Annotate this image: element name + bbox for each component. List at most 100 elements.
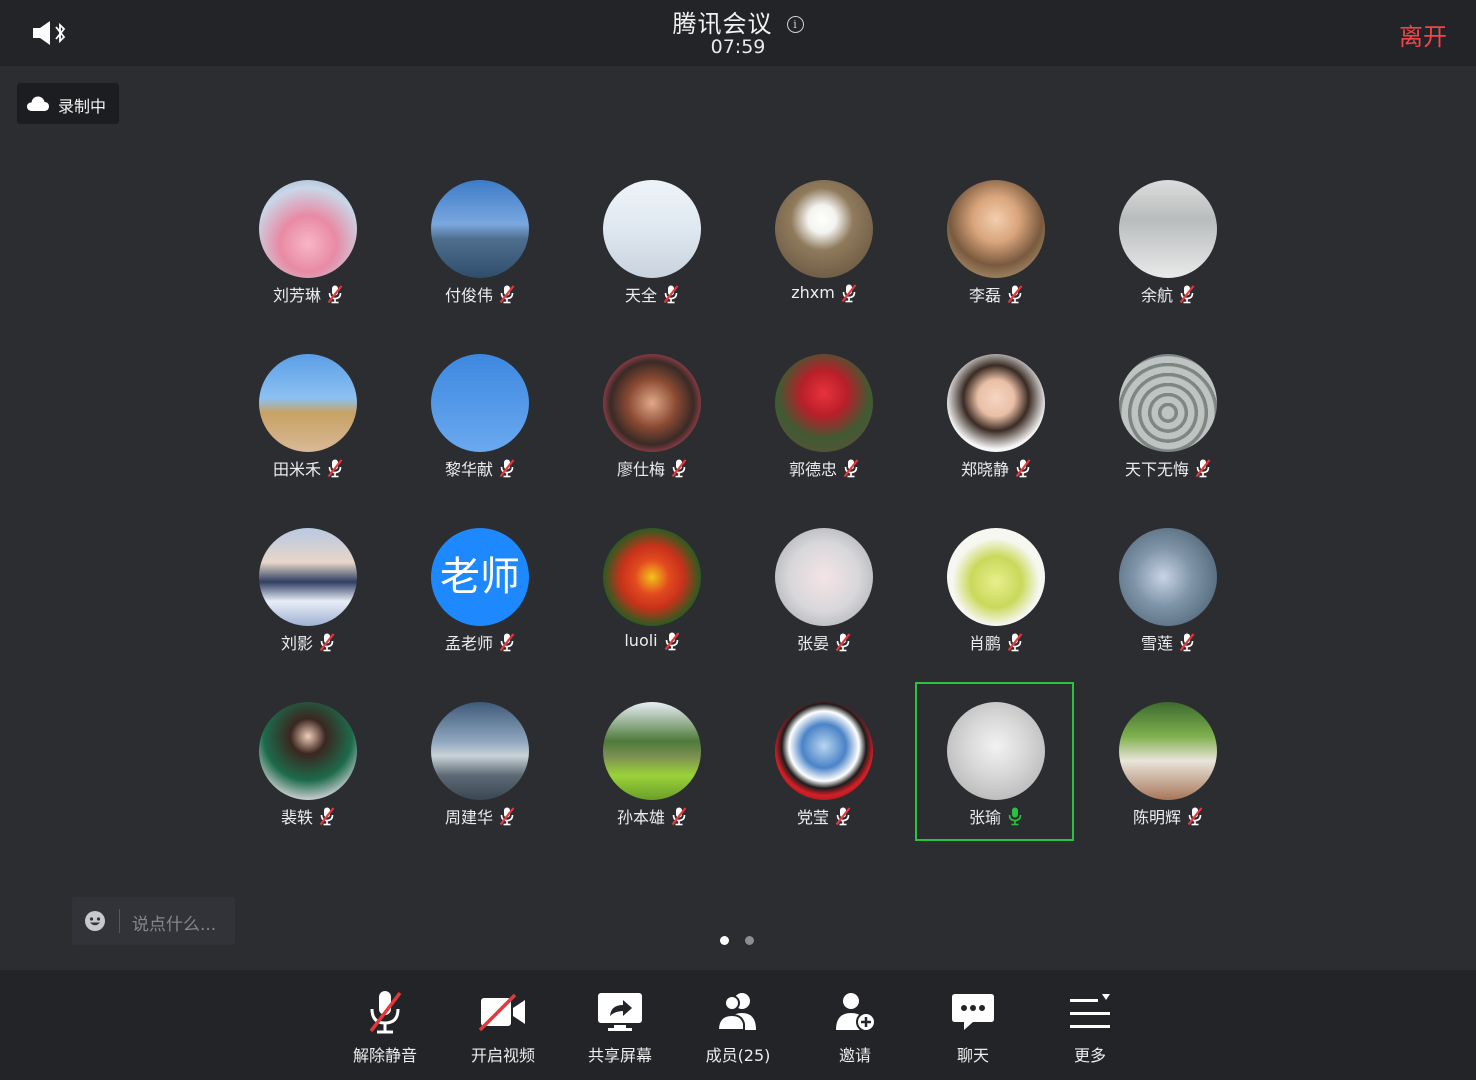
members-label: 成员(25)	[705, 1046, 771, 1065]
participant-label: 周建华	[394, 804, 566, 828]
avatar	[1119, 180, 1217, 278]
participant-tile[interactable]: luoli	[566, 528, 738, 702]
participant-tile[interactable]: 黎华献	[394, 354, 566, 528]
avatar	[947, 354, 1045, 452]
participant-name: 郭德忠	[788, 460, 837, 479]
avatar	[259, 702, 357, 800]
avatar	[775, 702, 873, 800]
participant-label: 刘芳琳	[222, 282, 394, 306]
avatar	[431, 702, 529, 800]
share-button[interactable]: 共享屏幕	[565, 988, 675, 1070]
participant-label: luoli	[566, 630, 738, 651]
share-label: 共享屏幕	[587, 1046, 652, 1065]
chat-label: 聊天	[956, 1046, 989, 1065]
leave-button[interactable]: 离开	[1399, 17, 1447, 52]
chat-input[interactable]: 说点什么...	[72, 897, 235, 945]
participant-tile[interactable]: 刘芳琳	[222, 180, 394, 354]
participant-tile[interactable]: 天下无悔	[1082, 354, 1254, 528]
active-speaker-frame	[915, 682, 1074, 841]
participant-label: 肖鹏	[910, 630, 1082, 654]
participant-name: 裴轶	[280, 808, 313, 827]
avatar	[259, 354, 357, 452]
mic-muted-icon	[499, 633, 515, 652]
participant-tile[interactable]: 张晏	[738, 528, 910, 702]
participant-tile[interactable]: 孙本雄	[566, 702, 738, 876]
chat-icon	[918, 988, 1028, 1036]
invite-button[interactable]: 邀请	[800, 988, 910, 1070]
chat-button[interactable]: 聊天	[918, 988, 1028, 1070]
participant-tile[interactable]: 老师孟老师	[394, 528, 566, 702]
avatar-text: 老师	[440, 554, 520, 600]
participant-tile[interactable]: 陈明辉	[1082, 702, 1254, 876]
participant-name: 刘影	[280, 634, 313, 653]
invite-icon	[800, 988, 910, 1036]
participant-label: 陈明辉	[1082, 804, 1254, 828]
top-bar: 腾讯会议 i 07:59 离开	[0, 0, 1476, 66]
emoji-icon[interactable]	[84, 910, 106, 932]
avatar	[603, 354, 701, 452]
mic-muted-icon	[1179, 285, 1195, 304]
info-icon[interactable]: i	[786, 16, 804, 33]
participant-tile[interactable]: 郭德忠	[738, 354, 910, 528]
participant-name: 孟老师	[444, 634, 493, 653]
participant-name: 廖仕梅	[616, 460, 665, 479]
participant-name: 田米禾	[272, 460, 321, 479]
share-screen-icon	[565, 988, 675, 1036]
participant-label: 天全	[566, 282, 738, 306]
more-button[interactable]: 更多	[1035, 988, 1145, 1070]
participant-tile[interactable]: 付俊伟	[394, 180, 566, 354]
participant-name: 郑晓静	[960, 460, 1009, 479]
participant-name: 周建华	[444, 808, 493, 827]
members-icon	[683, 988, 793, 1036]
participant-tile[interactable]: 党莹	[738, 702, 910, 876]
participant-tile[interactable]: 廖仕梅	[566, 354, 738, 528]
participant-label: 廖仕梅	[566, 456, 738, 480]
participant-name: 黎华献	[444, 460, 493, 479]
mic-muted-icon	[1179, 633, 1195, 652]
participant-name: 张晏	[796, 634, 829, 653]
mic-muted-icon	[843, 459, 859, 478]
unmute-label: 解除静音	[352, 1046, 417, 1065]
participant-tile[interactable]: 肖鹏	[910, 528, 1082, 702]
mic-muted-icon	[327, 285, 343, 304]
mic-muted-icon	[664, 631, 679, 650]
participant-tile[interactable]: 田米禾	[222, 354, 394, 528]
participant-tile[interactable]: 余航	[1082, 180, 1254, 354]
participant-tile[interactable]: 郑晓静	[910, 354, 1082, 528]
page-dot[interactable]	[745, 936, 754, 945]
avatar	[1119, 354, 1217, 452]
participant-label: 田米禾	[222, 456, 394, 480]
avatar	[1119, 702, 1217, 800]
participant-tile[interactable]: 刘影	[222, 528, 394, 702]
mic-off-icon	[330, 988, 440, 1036]
video-label: 开启视频	[470, 1046, 535, 1065]
video-button[interactable]: 开启视频	[448, 988, 558, 1070]
mic-muted-icon	[499, 285, 515, 304]
participant-tile[interactable]: 李磊	[910, 180, 1082, 354]
recording-badge[interactable]: 录制中	[17, 83, 119, 124]
participant-tile[interactable]: 雪莲	[1082, 528, 1254, 702]
avatar	[259, 180, 357, 278]
participant-label: 黎华献	[394, 456, 566, 480]
meeting-timer: 07:59	[710, 36, 766, 58]
page-dot[interactable]	[720, 936, 729, 945]
participant-name: 余航	[1140, 286, 1173, 305]
avatar	[775, 180, 873, 278]
avatar	[431, 180, 529, 278]
participant-label: 裴轶	[222, 804, 394, 828]
participant-label: zhxm	[738, 282, 910, 303]
participant-name: 付俊伟	[444, 286, 493, 305]
participant-label: 付俊伟	[394, 282, 566, 306]
mic-muted-icon	[671, 459, 687, 478]
participant-tile[interactable]: 天全	[566, 180, 738, 354]
avatar	[775, 528, 873, 626]
participant-label: 郑晓静	[910, 456, 1082, 480]
participant-tile[interactable]: 周建华	[394, 702, 566, 876]
chat-divider	[119, 909, 120, 933]
participant-tile[interactable]: zhxm	[738, 180, 910, 354]
members-button[interactable]: 成员(25)	[683, 988, 793, 1070]
mic-muted-icon	[499, 459, 515, 478]
unmute-button[interactable]: 解除静音	[330, 988, 440, 1070]
participant-tile[interactable]: 裴轶	[222, 702, 394, 876]
mic-muted-icon	[327, 459, 343, 478]
